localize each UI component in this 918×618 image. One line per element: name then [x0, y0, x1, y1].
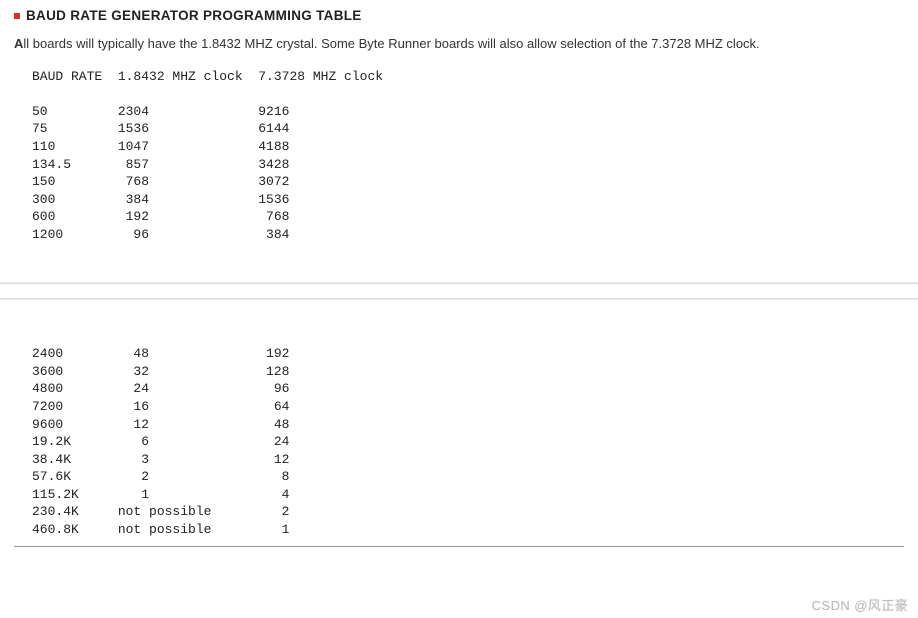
intro-paragraph: All boards will typically have the 1.843…	[14, 35, 904, 54]
heading-text: BAUD RATE GENERATOR PROGRAMMING TABLE	[26, 8, 362, 23]
bottom-rule	[14, 546, 904, 547]
page-divider	[0, 283, 918, 299]
heading-bullet-icon	[14, 13, 20, 19]
watermark-text: CSDN @风正豪	[812, 595, 908, 614]
section-heading: BAUD RATE GENERATOR PROGRAMMING TABLE	[14, 8, 904, 23]
baud-table-lower: 2400 48 192 3600 32 128 4800 24 96 7200 …	[14, 345, 904, 538]
intro-rest: ll boards will typically have the 1.8432…	[23, 36, 759, 51]
intro-dropcap: A	[14, 36, 23, 51]
baud-table-upper: BAUD RATE 1.8432 MHZ clock 7.3728 MHZ cl…	[14, 68, 904, 243]
